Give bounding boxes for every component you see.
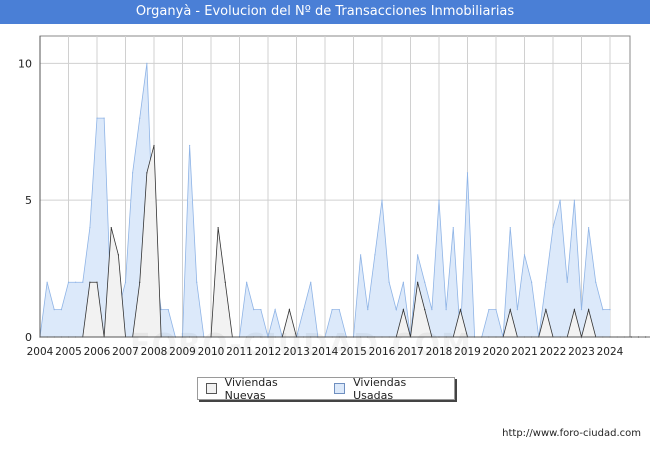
series-usadas-point: [531, 281, 533, 283]
series-usadas-point: [374, 254, 376, 256]
series-nuevas-point: [224, 281, 226, 283]
series-usadas-point: [103, 117, 105, 119]
series-usadas-point: [595, 281, 597, 283]
x-tick-label: 2023: [568, 346, 595, 358]
series-usadas-point: [445, 309, 447, 311]
series-nuevas-point: [459, 309, 461, 311]
y-tick-label: 0: [25, 331, 32, 344]
series-nuevas-point: [117, 254, 119, 256]
series-usadas-point: [466, 172, 469, 174]
series-usadas-point: [246, 281, 248, 283]
x-tick-label: 2004: [27, 346, 54, 358]
series-usadas-point: [253, 309, 255, 311]
y-tick-label: 5: [25, 194, 32, 207]
legend: Viviendas Nuevas Viviendas Usadas: [197, 376, 455, 402]
series-usadas-point: [310, 281, 312, 283]
series-nuevas-point: [153, 144, 155, 147]
series-usadas-point: [452, 226, 454, 229]
series-usadas-point: [367, 309, 369, 311]
legend-label-usadas: Viviendas Usadas: [353, 375, 407, 402]
series-usadas-point: [146, 62, 148, 64]
series-nuevas-point: [545, 309, 547, 311]
series-nuevas-point: [217, 226, 219, 229]
legend-item-nuevas: Viviendas Nuevas: [206, 376, 318, 402]
series-usadas-point: [573, 199, 575, 201]
series-usadas-point: [438, 199, 440, 201]
series-usadas-point: [67, 281, 70, 283]
series-nuevas-point: [573, 309, 575, 311]
series-usadas-point: [167, 309, 169, 311]
series-nuevas-point: [424, 309, 426, 311]
series-usadas-point: [260, 309, 262, 311]
series-usadas-point: [96, 117, 98, 119]
series-usadas-point: [75, 281, 77, 283]
series-usadas-point: [552, 226, 554, 229]
series-usadas-point: [274, 309, 276, 311]
x-tick-label: 2005: [55, 346, 82, 358]
series-usadas-point: [559, 199, 561, 201]
series-nuevas-point: [96, 281, 98, 283]
series-usadas-point: [402, 281, 404, 283]
footer-url: http://www.foro-ciudad.com: [502, 428, 641, 439]
x-tick-label: 2022: [540, 346, 567, 358]
series-nuevas-point: [630, 336, 632, 338]
series-usadas-point: [53, 309, 55, 311]
series-usadas-point: [395, 309, 397, 311]
series-nuevas-point: [139, 281, 141, 283]
series-usadas-point: [509, 226, 511, 229]
series-nuevas-point: [637, 336, 640, 338]
series-usadas-point: [566, 281, 568, 283]
series-usadas-point: [495, 309, 497, 311]
series-usadas-point: [46, 281, 48, 283]
series-usadas-point: [124, 281, 127, 283]
series-usadas-point: [189, 144, 191, 147]
legend-swatch-nuevas: [206, 383, 217, 394]
series-nuevas-point: [645, 336, 647, 338]
x-tick-label: 2024: [597, 346, 624, 358]
series-usadas-point: [82, 281, 84, 283]
series-nuevas-point: [110, 226, 112, 229]
series-usadas-point: [303, 309, 305, 311]
legend-label-nuevas: Viviendas Nuevas: [224, 375, 278, 402]
series-nuevas-point: [417, 281, 419, 283]
series-nuevas-point: [288, 309, 290, 311]
series-usadas-point: [580, 309, 583, 311]
series-usadas-point: [602, 309, 604, 311]
series-usadas-point: [360, 254, 362, 256]
series-usadas-point: [160, 309, 162, 311]
series-nuevas-point: [89, 281, 91, 283]
series-usadas-point: [424, 281, 426, 283]
series-usadas-point: [545, 281, 547, 283]
series-usadas-point: [488, 309, 490, 311]
legend-item-usadas: Viviendas Usadas: [334, 376, 446, 402]
watermark: FORO-CIUDAD.COM: [130, 328, 530, 363]
series-usadas-point: [338, 309, 340, 311]
series-usadas-point: [609, 309, 611, 311]
series-nuevas-point: [588, 309, 590, 311]
series-usadas-point: [588, 226, 590, 229]
x-tick-label: 2006: [84, 346, 111, 358]
series-nuevas-point: [509, 309, 511, 311]
series-usadas-point: [417, 254, 419, 256]
series-usadas-point: [60, 309, 62, 311]
series-usadas-point: [381, 199, 383, 201]
series-usadas-point: [132, 172, 134, 174]
series-usadas-point: [331, 309, 333, 311]
series-usadas-point: [523, 254, 526, 256]
series-usadas-point: [388, 281, 390, 283]
series-nuevas-point: [402, 309, 404, 311]
series-nuevas-point: [146, 172, 148, 174]
series-usadas-point: [196, 281, 198, 283]
series-usadas-point: [431, 309, 433, 311]
series-usadas-point: [89, 226, 91, 229]
legend-swatch-usadas: [334, 383, 346, 394]
series-usadas-point: [139, 117, 141, 119]
y-tick-label: 10: [18, 57, 32, 70]
series-usadas-point: [516, 309, 518, 311]
